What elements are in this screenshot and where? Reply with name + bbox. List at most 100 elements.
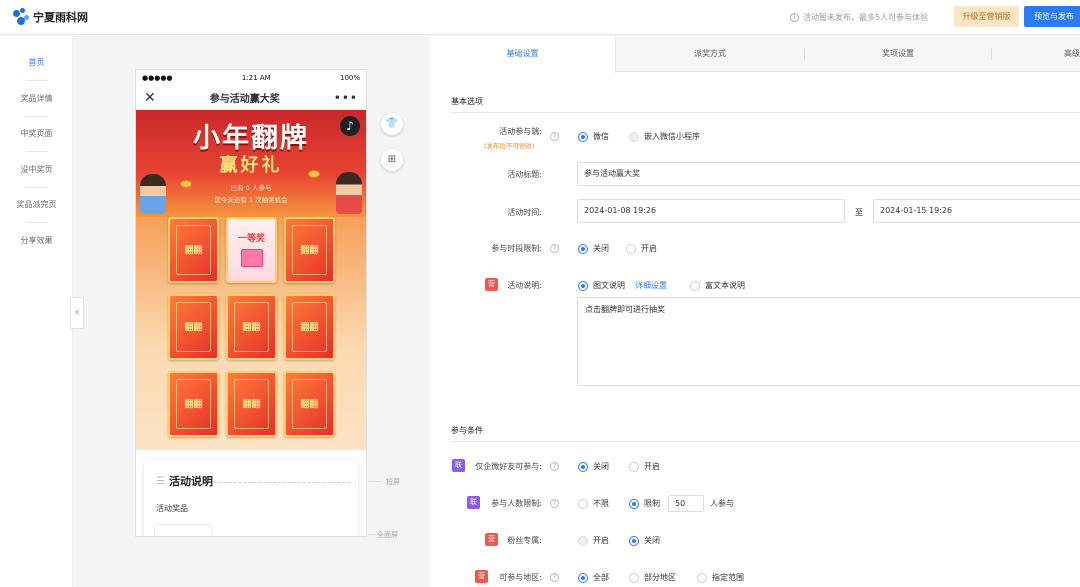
help-icon[interactable]: ? <box>550 573 559 582</box>
grid-icon[interactable]: ⊞ <box>381 149 403 171</box>
flip-card[interactable]: 翻翻 <box>284 371 335 437</box>
detail-settings-link[interactable]: 详细设置 <box>635 280 667 291</box>
gift-icon <box>241 249 263 267</box>
flip-card[interactable]: 翻翻 <box>284 294 335 360</box>
logo: 宁夏雨科网 <box>12 8 88 26</box>
fans-only-label: 粉丝专属: <box>507 536 542 545</box>
nav-item-win-page[interactable]: 中奖页面 <box>0 128 73 139</box>
nav-divider <box>26 151 48 152</box>
tab-advanced[interactable]: 高级 <box>1042 36 1080 72</box>
intro-prize-label: 活动奖品 <box>156 504 188 513</box>
publish-notice: i 活动暂未发布，最多5人可参与体验 <box>790 12 928 23</box>
preview-publish-button[interactable]: 预览与发布 <box>1024 6 1080 27</box>
settings-panel: 基础设置 派奖方式 奖项设置 高级 基本选项 活动参与端: (发布后不可修改) … <box>430 36 1080 587</box>
shirt-icon[interactable]: 👕 <box>381 113 403 135</box>
help-icon[interactable]: ? <box>550 132 559 141</box>
nav-item-lose-page[interactable]: 没中奖页 <box>0 164 73 175</box>
phone-preview: ●●●●● 1:21 AM 100% ✕ 参与活动赢大奖 ••• 小年翻牌 赢好… <box>136 70 366 536</box>
marketing-badge: 营 <box>485 533 498 546</box>
people-limit-input[interactable]: 50 <box>668 495 704 512</box>
time-limit-label: 参与时段限制: <box>491 244 542 253</box>
start-time-input[interactable]: 2024-01-08 19:26 <box>577 199 845 223</box>
intro-divider <box>214 482 350 483</box>
girl-illustration <box>336 172 362 214</box>
intro-heading: ☰ 活动说明 <box>156 475 213 488</box>
close-icon[interactable]: ✕ <box>144 90 156 106</box>
participant-count: 已有 0 人参与 <box>230 184 272 192</box>
section-divider <box>451 441 1080 442</box>
end-time-input[interactable]: 2024-01-15 19:26 <box>873 199 1080 223</box>
tab-prize-settings[interactable]: 奖项设置 <box>805 36 991 72</box>
banner-title: 小年翻牌 <box>193 123 309 154</box>
description-textarea[interactable]: 点击翻牌即可进行抽奖 <box>577 297 1080 386</box>
tab-basic-settings[interactable]: 基础设置 <box>430 36 616 73</box>
nav-item-sold-out-page[interactable]: 奖品派完页 <box>0 199 73 210</box>
nav-item-share[interactable]: 分享效果 <box>0 235 73 246</box>
phone-page-title: 参与活动赢大奖 <box>209 94 280 105</box>
flip-card[interactable]: 翻翻 <box>284 217 335 283</box>
nav-divider <box>26 116 48 117</box>
wecom-on-radio[interactable]: 开启 <box>629 461 660 472</box>
region-label: 可参与地区: <box>499 573 542 582</box>
wecom-off-radio[interactable]: 关闭 <box>578 461 609 472</box>
title-label: 活动标题: <box>507 170 542 179</box>
notice-text: 活动暂未发布，最多5人可参与体验 <box>803 13 929 22</box>
flip-card[interactable]: 翻翻 <box>226 294 277 360</box>
banner-subtitle: 赢好礼 <box>219 155 283 176</box>
music-icon[interactable]: ♪ <box>340 116 360 136</box>
section-divider <box>451 112 1080 113</box>
platform-wechat-radio[interactable]: 微信 <box>578 131 609 142</box>
short-screen-marker <box>368 481 382 482</box>
help-icon[interactable]: ? <box>550 462 559 471</box>
battery-text: 100% <box>339 74 360 82</box>
full-screen-marker <box>368 534 376 535</box>
section-title-basic: 基本选项 <box>451 97 483 106</box>
prize-thumbnail <box>154 524 212 536</box>
signal-icon: ●●●●● <box>142 74 173 82</box>
time-limit-off-radio[interactable]: 关闭 <box>578 243 609 254</box>
time-separator: 至 <box>855 208 863 217</box>
flip-card[interactable]: 翻翻 <box>168 217 219 283</box>
tab-award-method[interactable]: 派奖方式 <box>616 36 804 72</box>
flip-card-revealed[interactable]: 一等奖 <box>226 217 277 283</box>
people-unlimited-radio[interactable]: 不限 <box>578 498 609 509</box>
remaining-chances: 您今天还有 1 次抽奖机会 <box>214 196 288 204</box>
description-label: 活动说明: <box>507 281 542 290</box>
document-icon: ☰ <box>156 475 165 487</box>
phone-status-bar: ●●●●● 1:21 AM 100% <box>136 70 366 86</box>
activity-intro-card: ☰ 活动说明 活动奖品 <box>144 460 358 536</box>
desc-image-text-radio[interactable]: 图文说明 <box>578 280 625 291</box>
section-title-conditions: 参与条件 <box>451 426 483 435</box>
people-limited-radio[interactable]: 限制 <box>629 498 660 509</box>
coin-decoration <box>308 170 320 178</box>
left-nav: 首页 奖品详情 中奖页面 没中奖页 奖品派完页 分享效果 <box>0 36 73 587</box>
people-limit-label: 参与人数限制: <box>491 499 542 508</box>
nav-item-prize-detail[interactable]: 奖品详情 <box>0 93 73 104</box>
card-board: 翻翻 一等奖 翻翻 翻翻 翻翻 翻翻 翻翻 翻翻 翻翻 <box>136 217 366 450</box>
region-range-radio[interactable]: 指定范围 <box>697 572 744 583</box>
fans-on-radio[interactable]: 开启 <box>578 535 609 546</box>
fans-off-radio[interactable]: 关闭 <box>629 535 660 546</box>
coin-decoration <box>180 180 192 188</box>
status-time: 1:21 AM <box>241 74 271 82</box>
flip-card[interactable]: 翻翻 <box>168 294 219 360</box>
marketing-badge: 营 <box>485 278 498 291</box>
help-icon[interactable]: ? <box>550 244 559 253</box>
linked-badge: 联 <box>467 496 480 509</box>
platform-miniprogram-radio[interactable]: 嵌入微信小程序 <box>629 131 700 142</box>
upgrade-button[interactable]: 升级至营销版 <box>954 6 1019 27</box>
collapse-sidebar-button[interactable]: « <box>70 297 84 329</box>
flip-card[interactable]: 翻翻 <box>226 371 277 437</box>
logo-icon <box>12 8 30 26</box>
help-icon[interactable]: ? <box>550 499 559 508</box>
desc-richtext-radio[interactable]: 富文本说明 <box>690 280 745 291</box>
title-input[interactable]: 参与活动赢大奖 <box>577 162 1080 186</box>
region-all-radio[interactable]: 全部 <box>578 572 609 583</box>
nav-item-home[interactable]: 首页 <box>0 57 73 68</box>
more-icon[interactable]: ••• <box>334 91 358 105</box>
time-limit-on-radio[interactable]: 开启 <box>626 243 657 254</box>
nav-divider <box>26 187 48 188</box>
flip-card[interactable]: 翻翻 <box>168 371 219 437</box>
region-partial-radio[interactable]: 部分地区 <box>629 572 676 583</box>
nav-divider <box>26 80 48 81</box>
